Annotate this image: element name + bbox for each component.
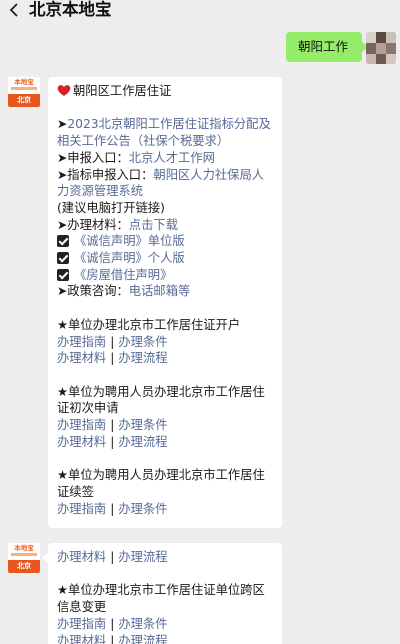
quota-prefix: ➤指标申报入口：	[57, 167, 154, 182]
message-title-line: 朝阳区工作居住证	[57, 83, 274, 100]
link-separator: |	[110, 418, 115, 433]
doc-item: 《诚信声明》个人版	[57, 250, 274, 267]
link-separator: |	[110, 334, 115, 349]
materials-prefix: ➤办理材料：	[57, 217, 129, 232]
guide-link[interactable]: 办理指南	[57, 335, 106, 349]
consult-line: ➤政策咨询：电话邮箱等	[57, 283, 274, 300]
materials-link[interactable]: 办理材料	[57, 435, 106, 449]
bot-avatar[interactable]: 本地宝 北京	[8, 543, 40, 573]
heart-icon	[57, 85, 71, 96]
guide-link[interactable]: 办理指南	[57, 418, 106, 432]
check-icon	[57, 268, 69, 281]
bot-logo-text: 本地宝	[14, 78, 34, 86]
doc-link[interactable]: 《诚信声明》单位版	[74, 234, 185, 248]
process-link[interactable]: 办理流程	[118, 634, 167, 644]
process-link[interactable]: 办理流程	[118, 351, 167, 365]
conditions-link[interactable]: 办理条件	[118, 617, 167, 631]
materials-link[interactable]: 办理材料	[57, 351, 106, 365]
guide-link[interactable]: 办理指南	[57, 502, 106, 516]
materials-link[interactable]: 办理材料	[57, 634, 106, 644]
user-message-bubble: 朝阳工作	[285, 32, 369, 62]
apply-prefix: ➤申报入口：	[57, 150, 129, 165]
pc-note: (建议电脑打开链接)	[57, 200, 165, 215]
link-separator: |	[110, 616, 115, 631]
doc-link[interactable]: 《诚信声明》个人版	[74, 251, 185, 265]
section-title: ★单位办理北京市工作居住证单位跨区信息变更	[57, 583, 265, 615]
section-links-row: 办理材料 | 办理流程	[57, 549, 274, 566]
user-avatar[interactable]	[366, 32, 396, 64]
link-separator: |	[110, 633, 115, 644]
check-icon	[57, 235, 69, 248]
back-arrow-icon[interactable]	[9, 2, 19, 18]
conditions-link[interactable]: 办理条件	[118, 502, 167, 516]
quota-line: ➤指标申报入口：朝阳区人力社保局人力资源管理系统	[57, 167, 274, 200]
section-links-row: 办理指南 | 办理条件	[57, 334, 274, 351]
conditions-link[interactable]: 办理条件	[118, 418, 167, 432]
message-title: 朝阳区工作居住证	[73, 84, 172, 98]
notice-line: ➤2023北京朝阳工作居住证指标分配及相关工作公告（社保个税要求）	[57, 116, 274, 149]
apply-line: ➤申报入口：北京人才工作网	[57, 150, 274, 167]
link-separator: |	[110, 501, 115, 516]
link-separator: |	[110, 550, 115, 564]
conditions-link[interactable]: 办理条件	[118, 335, 167, 349]
consult-link[interactable]: 电话邮箱等	[129, 284, 191, 298]
bot-message-bubble: 办理材料 | 办理流程 ★单位办理北京市工作居住证单位跨区信息变更 办理指南 | 办理条…	[42, 543, 282, 644]
section-title: ★单位为聘用人员办理北京市工作居住证初次申请	[57, 384, 265, 416]
section-title: ★单位办理北京市工作居住证开户	[57, 317, 241, 332]
section-links-row: 办理材料 | 办理流程	[57, 633, 274, 644]
section-title: ★单位为聘用人员办理北京市工作居住证续签	[57, 468, 265, 499]
top-bar: 北京本地宝	[0, 0, 400, 22]
materials-line: ➤办理材料：点击下载	[57, 217, 274, 234]
bot-city-label: 北京	[8, 94, 40, 107]
bot-message-bubble: 朝阳区工作居住证 ➤2023北京朝阳工作居住证指标分配及相关工作公告（社保个税要…	[48, 77, 282, 528]
process-link[interactable]: 办理流程	[118, 550, 167, 564]
page-title: 北京本地宝	[29, 0, 112, 19]
link-separator: |	[110, 434, 115, 449]
user-message-row: 朝阳工作	[0, 32, 400, 64]
section-links-row: 办理指南 | 办理条件	[57, 616, 274, 633]
doc-item: 《诚信声明》单位版	[57, 233, 274, 250]
section-links-row: 办理材料 | 办理流程	[57, 350, 274, 367]
doc-item: 《房屋借住声明》	[57, 267, 274, 284]
apply-link[interactable]: 北京人才工作网	[129, 151, 215, 165]
consult-prefix: ➤政策咨询：	[57, 284, 129, 299]
section-links-row: 办理指南 | 办理条件	[57, 501, 274, 518]
link-separator: |	[110, 351, 115, 366]
materials-download-link[interactable]: 点击下载	[129, 218, 178, 232]
section-links-row: 办理指南 | 办理条件	[57, 417, 274, 434]
guide-link[interactable]: 办理指南	[57, 617, 106, 631]
bot-city-label: 北京	[8, 560, 40, 573]
section-links-row: 办理材料 | 办理流程	[57, 434, 274, 451]
process-link[interactable]: 办理流程	[118, 435, 167, 449]
bot-logo-text: 本地宝	[14, 544, 34, 552]
notice-prefix: ➤	[57, 117, 68, 132]
doc-link[interactable]: 《房屋借住声明》	[74, 268, 172, 282]
check-icon	[57, 252, 69, 265]
materials-link[interactable]: 办理材料	[57, 550, 106, 564]
notice-link[interactable]: 2023北京朝阳工作居住证指标分配及相关工作公告（社保个税要求）	[57, 117, 271, 148]
bot-avatar[interactable]: 本地宝 北京	[8, 77, 40, 107]
